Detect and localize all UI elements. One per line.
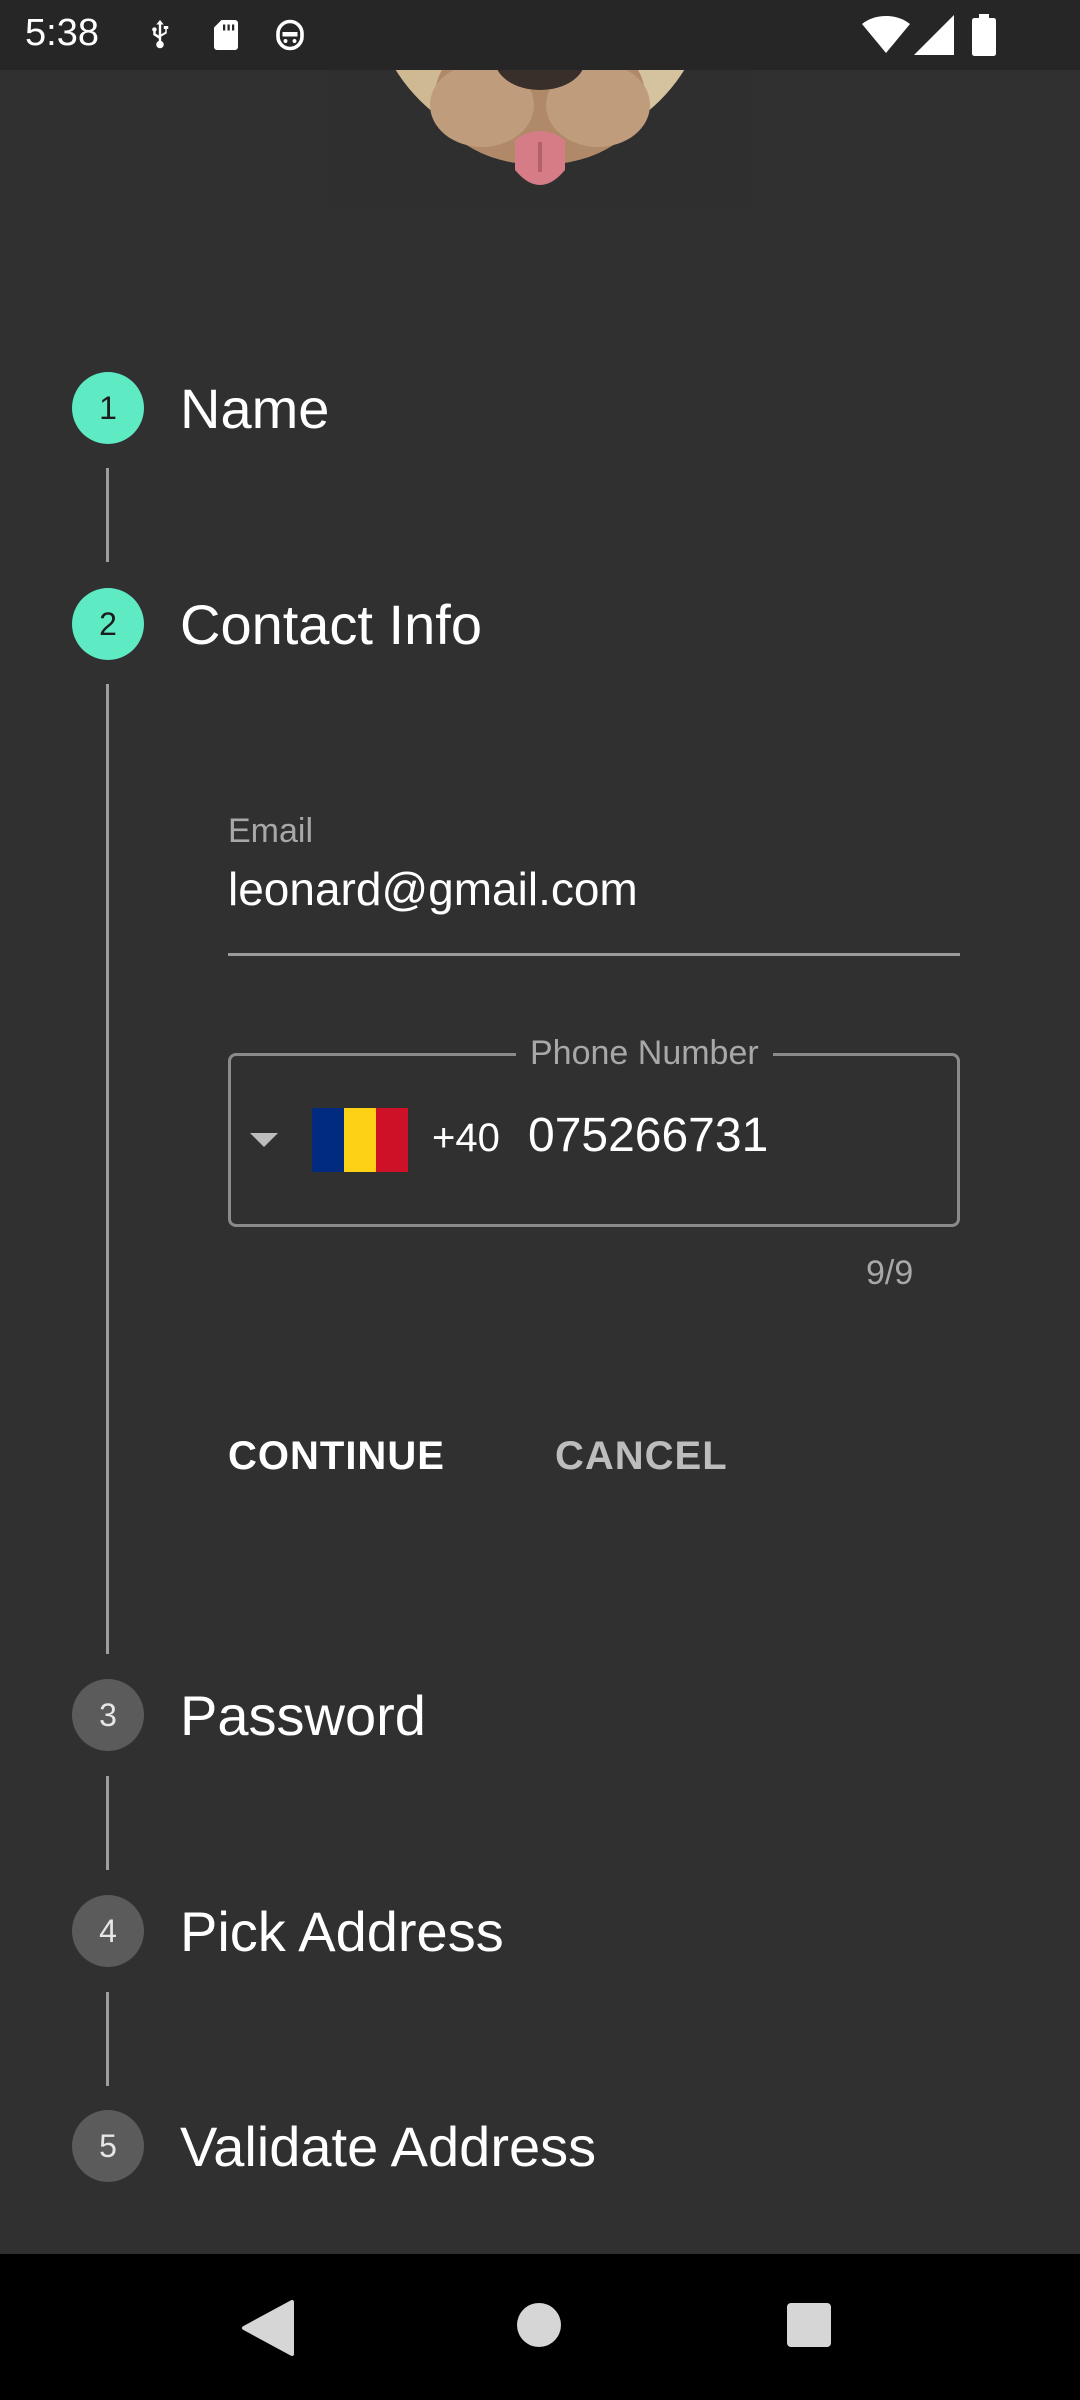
home-icon[interactable] [516,2302,562,2348]
navigation-bar [0,2254,1080,2400]
battery-icon [972,14,996,61]
chevron-down-icon[interactable] [244,1125,284,1155]
step-4-title[interactable]: Pick Address [180,1896,504,1968]
romania-flag-icon[interactable] [312,1108,408,1172]
step-connector [106,1776,109,1870]
email-field[interactable]: leonard@gmail.com [228,862,638,916]
usb-debug-icon [142,17,178,58]
character-counter: 9/9 [866,1254,914,1292]
step-3-indicator[interactable]: 3 [72,1679,144,1751]
step-connector [106,1992,109,2086]
step-1-indicator[interactable]: 1 [72,372,144,444]
step-connector [106,468,109,562]
back-icon[interactable] [240,2298,296,2358]
step-4-indicator[interactable]: 4 [72,1895,144,1967]
status-time: 5:38 [25,12,99,54]
wifi-icon [862,15,910,60]
dial-code[interactable]: +40 [432,1116,500,1161]
step-5-title[interactable]: Validate Address [180,2111,596,2183]
step-3-title[interactable]: Password [180,1680,426,1752]
screen: 5:38 1 Name 2 Contact Info Email leonard… [0,0,1080,2400]
cancel-button[interactable]: CANCEL [555,1434,728,1479]
email-label: Email [228,812,314,850]
email-underline [228,953,960,956]
recents-icon[interactable] [786,2302,832,2348]
status-bar: 5:38 [0,0,1080,70]
step-connector [106,684,109,1654]
assistant-icon [272,17,308,58]
step-2-title[interactable]: Contact Info [180,589,482,661]
step-5-indicator[interactable]: 5 [72,2110,144,2182]
phone-input[interactable]: 075266731 [528,1108,768,1163]
sd-card-icon [208,17,244,58]
step-1-title[interactable]: Name [180,373,329,445]
signal-icon [914,15,954,60]
phone-number-label: Phone Number [516,1034,773,1073]
continue-button[interactable]: CONTINUE [228,1434,445,1479]
step-2-indicator[interactable]: 2 [72,588,144,660]
